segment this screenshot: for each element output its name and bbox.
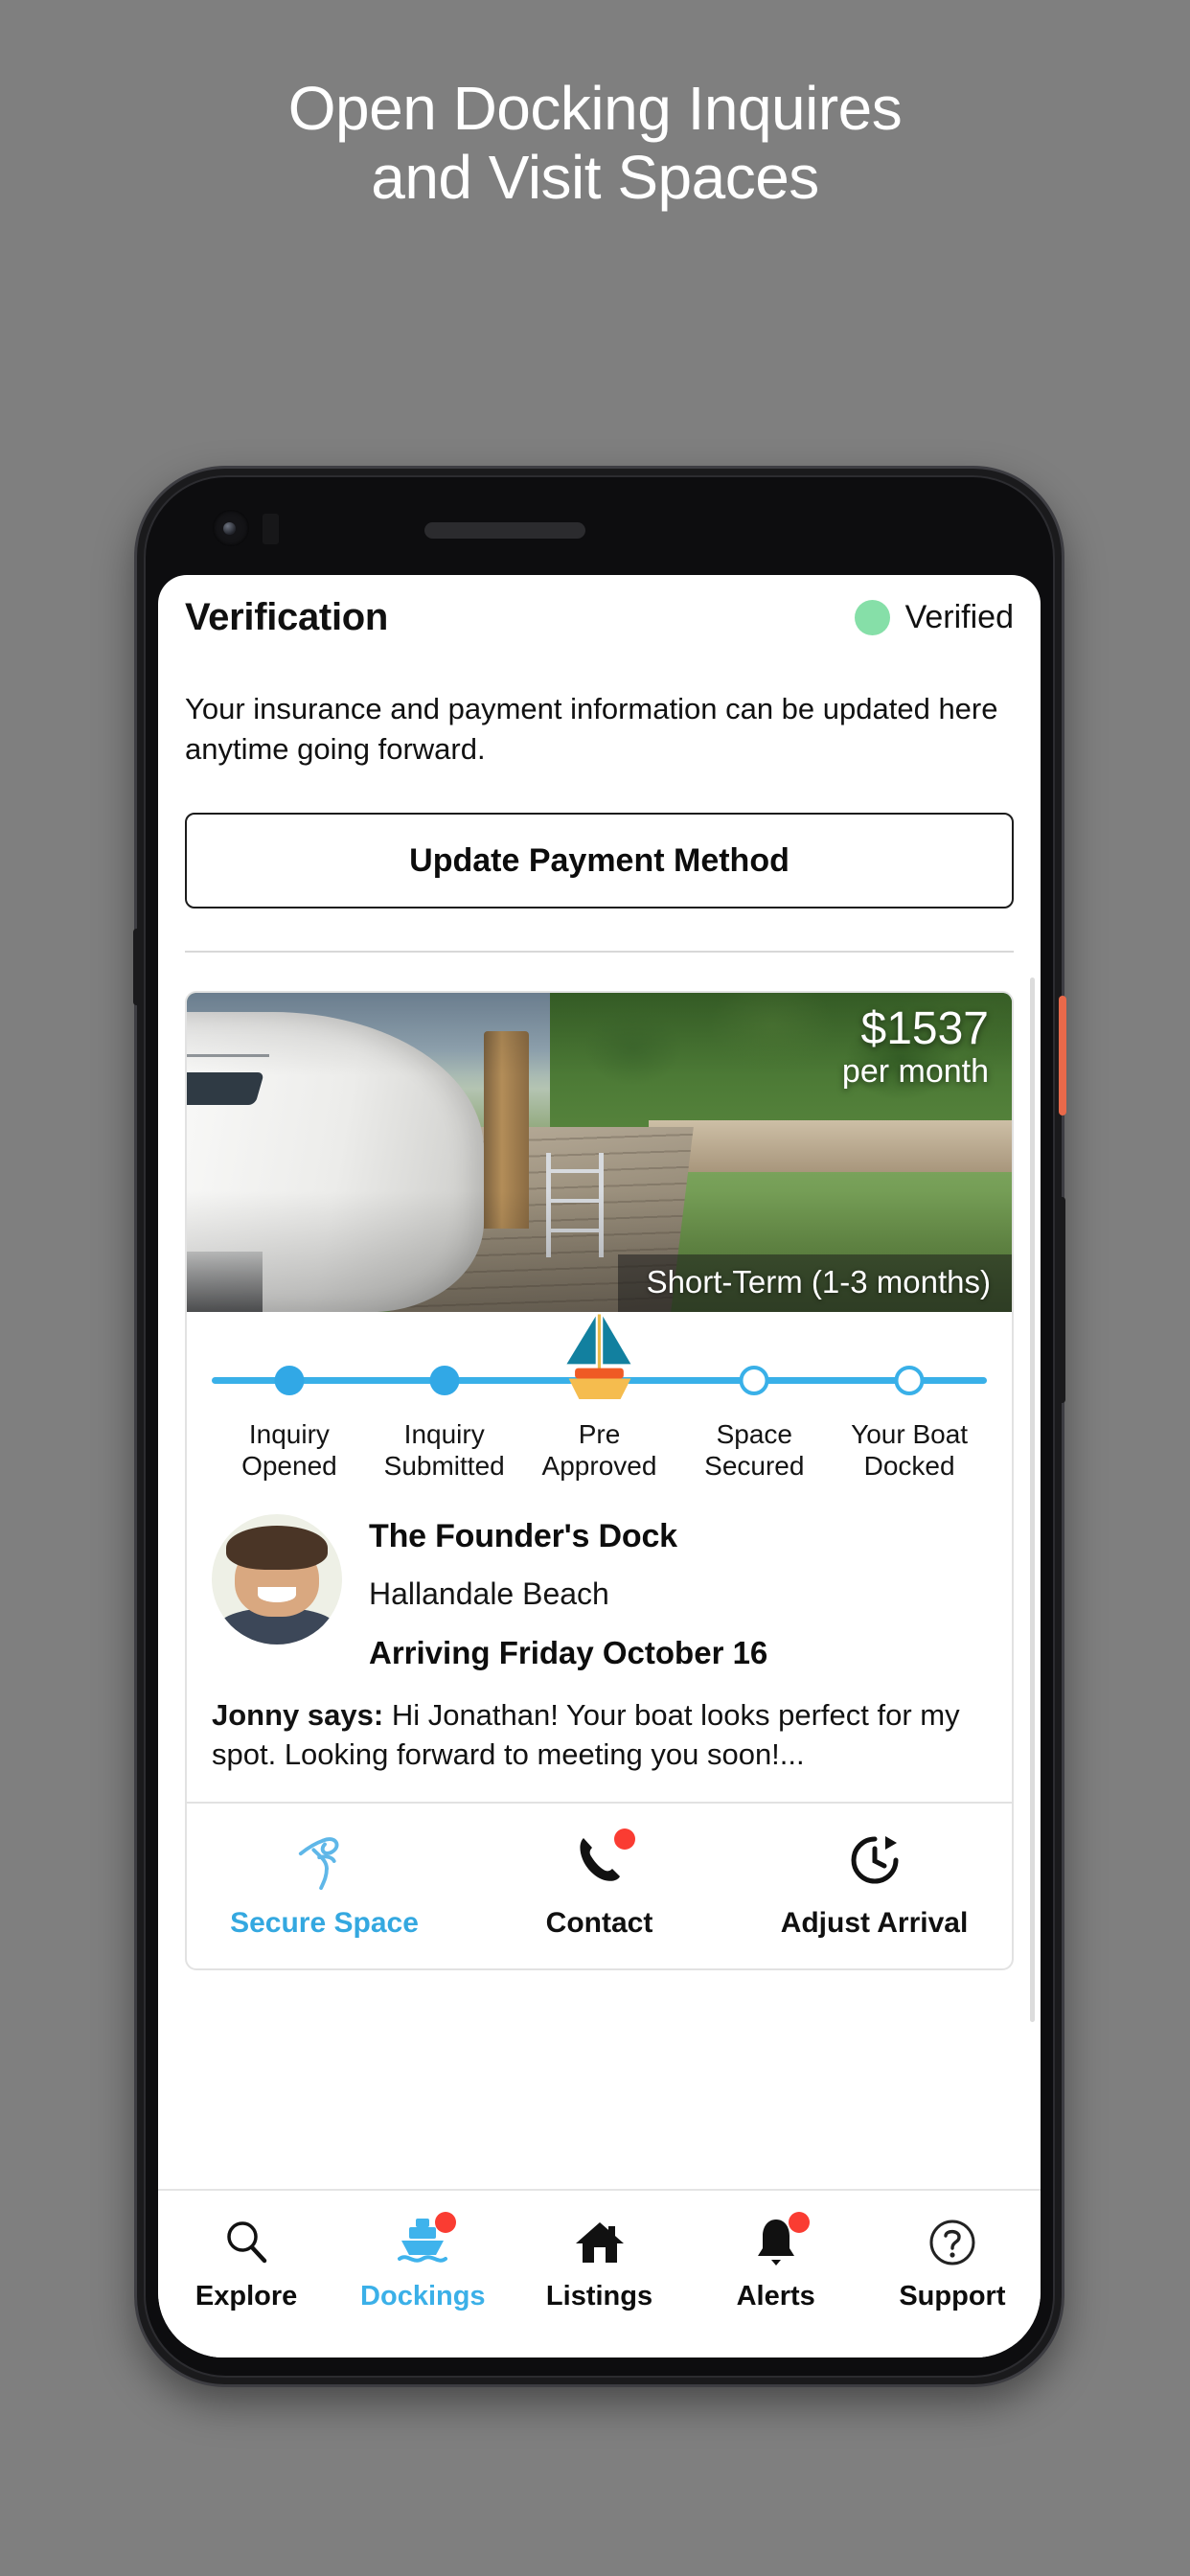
stepper-label-3: Pre Approved [522, 1419, 677, 1482]
contact-notification-badge [613, 1828, 635, 1850]
sailboat-icon [565, 1314, 630, 1400]
intro-text: Your insurance and payment information c… [185, 692, 998, 766]
price-period: per month [841, 1053, 989, 1091]
nav-label-explore: Explore [195, 2281, 298, 2312]
bottom-navigation: Explore Dockings Listings Alerts Support [158, 2189, 1041, 2358]
price-amount: $1537 [860, 1003, 989, 1055]
adjust-arrival-action[interactable]: Adjust Arrival [737, 1828, 1012, 1940]
stepper-node-boat-docked[interactable] [894, 1366, 925, 1396]
adjust-arrival-label: Adjust Arrival [780, 1906, 969, 1939]
assistant-button[interactable] [133, 929, 140, 1005]
nav-label-dockings: Dockings [360, 2281, 486, 2312]
alerts-notification-badge [788, 2212, 810, 2233]
nav-item-dockings[interactable]: Dockings [334, 2212, 511, 2312]
update-payment-button[interactable]: Update Payment Method [185, 813, 1014, 909]
dockings-notification-badge [435, 2212, 457, 2233]
host-row[interactable]: The Founder's Dock Hallandale Beach Arri… [187, 1482, 1012, 1671]
progress-stepper: Inquiry Opened Inquiry Submitted Pre App… [187, 1312, 1012, 1482]
secure-space-label: Secure Space [230, 1906, 419, 1939]
nav-item-alerts[interactable]: Alerts [688, 2212, 864, 2312]
stepper-node-space-secured[interactable] [739, 1366, 769, 1396]
host-info: The Founder's Dock Hallandale Beach Arri… [369, 1514, 767, 1671]
boat-icon [393, 2212, 457, 2271]
nav-label-listings: Listings [545, 2281, 653, 2312]
stepper-label-3-line1: Pre [578, 1419, 621, 1450]
status-label: Verified [904, 599, 1014, 635]
contact-action[interactable]: Contact [462, 1828, 737, 1940]
phone-mockup: Verification Verified Your insurance and… [133, 469, 1066, 2384]
verification-header: Verification Verified [158, 575, 1041, 639]
volume-button[interactable] [1059, 1197, 1065, 1403]
stepper-node-inquiry-submitted[interactable] [429, 1366, 460, 1396]
stepper-label-1-line1: Inquiry [248, 1419, 330, 1450]
listing-name: The Founder's Dock [369, 1518, 677, 1554]
listing-photo[interactable]: $1537 per month Short-Term (1-3 months) [187, 993, 1012, 1313]
message-author: Jonny says: [212, 1698, 384, 1732]
stepper-label-5-line1: Your Boat [851, 1419, 969, 1450]
stepper-label-1-line2: Opened [241, 1450, 337, 1481]
scrollbar[interactable] [1030, 978, 1035, 2022]
stepper-label-4-line1: Space [716, 1419, 792, 1450]
card-actions: Secure Space Contact Adjust Arrival [187, 1801, 1012, 1968]
app-screen: Verification Verified Your insurance and… [158, 575, 1041, 2358]
page-title: Verification [185, 596, 389, 638]
front-camera-icon [213, 510, 249, 546]
nav-item-explore[interactable]: Explore [158, 2214, 334, 2312]
stepper-label-5: Your Boat Docked [832, 1419, 987, 1482]
term-badge: Short-Term (1-3 months) [617, 1254, 1012, 1313]
promo-headline: Open Docking Inquires and Visit Spaces [0, 74, 1190, 212]
stepper-track [212, 1314, 987, 1406]
clock-reset-icon [847, 1828, 903, 1892]
nav-item-listings[interactable]: Listings [511, 2214, 687, 2312]
bell-icon [746, 2212, 810, 2271]
docking-inquiry-card[interactable]: $1537 per month Short-Term (1-3 months) [185, 991, 1014, 1970]
stepper-label-4: Space Secured [676, 1419, 832, 1482]
home-icon [570, 2214, 629, 2271]
price-overlay: $1537 per month [810, 993, 1012, 1108]
headline-line-2: and Visit Spaces [371, 142, 819, 212]
stepper-label-5-line2: Docked [863, 1450, 955, 1481]
question-icon [923, 2214, 982, 2271]
nav-label-support: Support [899, 2281, 1006, 2312]
knot-icon [295, 1828, 355, 1892]
listing-location: Hallandale Beach [369, 1576, 609, 1611]
stepper-label-2: Inquiry Submitted [367, 1419, 522, 1482]
status-badge: Verified [854, 599, 1014, 636]
host-message: Jonny says: Hi Jonathan! Your boat looks… [187, 1671, 1012, 1802]
arrival-date: Arriving Friday October 16 [369, 1635, 768, 1670]
earpiece-speaker [424, 522, 585, 539]
stepper-label-4-line2: Secured [704, 1450, 805, 1481]
avatar [212, 1514, 342, 1644]
headline-line-1: Open Docking Inquires [287, 74, 903, 143]
stepper-label-2-line2: Submitted [383, 1450, 505, 1481]
stepper-label-2-line1: Inquiry [403, 1419, 485, 1450]
stepper-labels: Inquiry Opened Inquiry Submitted Pre App… [212, 1419, 987, 1482]
search-icon [217, 2214, 276, 2271]
nav-label-alerts: Alerts [736, 2281, 815, 2312]
proximity-sensor-icon [263, 514, 279, 544]
section-divider [185, 951, 1014, 954]
avatar-hair [225, 1526, 329, 1571]
stepper-label-1: Inquiry Opened [212, 1419, 367, 1482]
stepper-label-3-line2: Approved [541, 1450, 657, 1481]
nav-item-support[interactable]: Support [864, 2214, 1041, 2312]
stepper-node-inquiry-opened[interactable] [274, 1366, 305, 1396]
secure-space-action[interactable]: Secure Space [187, 1828, 462, 1940]
contact-label: Contact [545, 1906, 653, 1939]
phone-icon [574, 1828, 635, 1892]
status-dot-icon [854, 600, 890, 635]
power-button[interactable] [1059, 996, 1066, 1116]
